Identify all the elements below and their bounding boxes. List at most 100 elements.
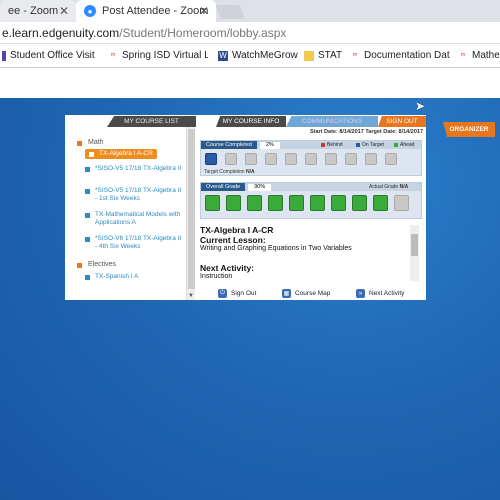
bullet-icon bbox=[77, 262, 82, 268]
tab-label: Post Attendee - Zoom bbox=[102, 5, 209, 17]
course-label: *SISO-V5 17/18 TX-Algebra II - 1st Six W… bbox=[95, 187, 182, 202]
course-item-algebra-ii-4th[interactable]: *SISO-V6 17/18 TX-Algebra II - 4th Six W… bbox=[85, 235, 185, 251]
folder-icon bbox=[304, 50, 314, 61]
course-item-algebra-i[interactable]: TX-Algebra I A-CR bbox=[85, 149, 157, 159]
scrollbar-thumb[interactable] bbox=[188, 129, 195, 289]
next-activity-button[interactable]: » Next Activity bbox=[356, 289, 404, 298]
scroll-down-icon[interactable]: ▼ bbox=[188, 293, 194, 299]
legend-label: Behind bbox=[327, 142, 343, 148]
completion-box bbox=[245, 153, 257, 165]
course-item-algebra-ii-1st[interactable]: *SISO-V5 17/18 TX-Algebra II - 1st Six W… bbox=[85, 187, 185, 203]
logo-icon: ᵐ bbox=[460, 51, 466, 60]
bookmark-student-office[interactable]: Student Office Visit R bbox=[2, 50, 98, 61]
course-info-tabs: MY COURSE INFO COMMUNICATIONS SIGN OUT bbox=[196, 115, 426, 127]
logo-icon: ᵐ bbox=[110, 51, 116, 60]
bookmark-watchmegrow[interactable]: W WatchMeGrow bbox=[218, 50, 298, 61]
grade-box bbox=[352, 195, 367, 211]
completion-boxes bbox=[205, 153, 405, 165]
course-map-label: Course Map bbox=[295, 290, 331, 297]
close-icon[interactable]: ✕ bbox=[199, 4, 209, 18]
course-item-math-models[interactable]: TX-Mathematical Models with Applications… bbox=[85, 211, 185, 227]
tab-my-course-list[interactable]: MY COURSE LIST bbox=[107, 116, 196, 127]
grade-boxes bbox=[205, 195, 415, 211]
info-scrollbar[interactable] bbox=[410, 225, 419, 281]
bullet-icon bbox=[89, 151, 94, 157]
bullet-icon bbox=[85, 237, 90, 242]
actual-grade-label: Actual Grade bbox=[369, 184, 399, 190]
course-item-spanish[interactable]: TX-Spanish I A bbox=[85, 273, 185, 281]
course-label: *SISO-V5 17/18 TX-Algebra II bbox=[95, 165, 182, 172]
tab-my-course-info[interactable]: MY COURSE INFO bbox=[216, 116, 286, 127]
course-item-algebra-ii[interactable]: *SISO-V5 17/18 TX-Algebra II bbox=[85, 165, 185, 173]
url-host: e.learn.edgenuity.com bbox=[2, 25, 120, 40]
group-math: Math bbox=[77, 139, 104, 147]
bookmark-documentation[interactable]: ᵐ Documentation Data bbox=[350, 50, 450, 61]
tab-communications[interactable]: COMMUNICATIONS bbox=[286, 116, 378, 127]
legend-swatch bbox=[394, 143, 398, 147]
course-completed-card: Course Completed 2% Behind On Target Ahe… bbox=[200, 140, 422, 176]
course-completed-label: Course Completed bbox=[201, 141, 257, 149]
completion-box bbox=[205, 153, 217, 165]
course-label: *SISO-V6 17/18 TX-Algebra II - 4th Six W… bbox=[95, 235, 182, 250]
target-completion-value: N/A bbox=[245, 169, 255, 175]
bullet-icon bbox=[85, 189, 90, 194]
w-icon: W bbox=[218, 50, 228, 61]
bullet-icon bbox=[77, 140, 82, 146]
course-label: TX-Spanish I A bbox=[95, 273, 139, 280]
grade-box bbox=[331, 195, 346, 211]
url-path: /Student/Homeroom/lobby.aspx bbox=[119, 25, 287, 40]
organizer-button[interactable]: ORGANIZER bbox=[443, 122, 495, 137]
course-label: TX-Algebra I A-CR bbox=[99, 150, 153, 157]
bookmark-label: Documentation Data bbox=[364, 50, 450, 61]
legend-on-target: On Target bbox=[356, 142, 384, 148]
completion-box bbox=[365, 153, 377, 165]
legend-swatch bbox=[321, 143, 325, 147]
grade-box bbox=[373, 195, 388, 211]
purple-bar-icon bbox=[2, 50, 6, 61]
next-activity-icon: » bbox=[356, 289, 365, 298]
course-label: TX-Mathematical Models with Applications… bbox=[95, 211, 181, 226]
completion-box bbox=[305, 153, 317, 165]
bookmark-spring-isd[interactable]: ᵐ Spring ISD Virtual Lea bbox=[108, 50, 208, 61]
sign-out-button[interactable]: ⏻ Sign Out bbox=[218, 289, 256, 298]
browser-tab-post-attendee[interactable]: ● Post Attendee - Zoom ✕ bbox=[76, 0, 216, 22]
scrollbar-thumb[interactable] bbox=[411, 234, 418, 256]
bookmark-label: STAT bbox=[318, 50, 343, 61]
page-header-strip bbox=[0, 68, 500, 98]
bookmarks-bar: Student Office Visit R ᵐ Spring ISD Virt… bbox=[0, 44, 500, 68]
course-completed-header: Course Completed 2% bbox=[201, 141, 421, 149]
legend-label: On Target bbox=[362, 142, 384, 148]
course-list-scrollbar[interactable]: ▼ bbox=[186, 127, 195, 300]
course-list-panel: MY COURSE LIST Math TX-Algebra I A-CR *S… bbox=[65, 115, 196, 300]
grade-box bbox=[205, 195, 220, 211]
bookmark-mathe[interactable]: ᵐ Mathe bbox=[458, 50, 500, 61]
course-info-panel: MY COURSE INFO COMMUNICATIONS SIGN OUT S… bbox=[196, 115, 426, 300]
legend-behind: Behind bbox=[321, 142, 343, 148]
group-label: Math bbox=[88, 139, 104, 146]
completion-box bbox=[325, 153, 337, 165]
next-activity-label: Next Activity bbox=[369, 290, 405, 297]
completion-box bbox=[265, 153, 277, 165]
actual-grade-value: N/A bbox=[399, 184, 409, 190]
course-map-icon: ▦ bbox=[282, 289, 291, 298]
next-activity: Instruction bbox=[200, 273, 233, 280]
close-icon[interactable]: ✕ bbox=[59, 4, 69, 18]
target-completion: Target Completion N/A bbox=[204, 169, 255, 175]
bookmark-stat[interactable]: STAT bbox=[304, 50, 344, 61]
course-map-button[interactable]: ▦ Course Map bbox=[282, 289, 330, 298]
bullet-icon bbox=[85, 167, 90, 172]
logo-icon: ᵐ bbox=[352, 51, 358, 60]
current-lesson-label: Current Lesson: bbox=[200, 235, 266, 245]
course-title: TX-Algebra I A-CR bbox=[200, 225, 274, 235]
grade-box bbox=[247, 195, 262, 211]
grade-box bbox=[289, 195, 304, 211]
sign-out-tab[interactable]: SIGN OUT bbox=[378, 116, 426, 127]
bookmark-label: WatchMeGrow bbox=[232, 50, 298, 61]
completion-box bbox=[385, 153, 397, 165]
completion-box bbox=[345, 153, 357, 165]
new-tab-button[interactable] bbox=[215, 5, 245, 19]
bookmark-label: Spring ISD Virtual Lea bbox=[122, 50, 208, 61]
completion-box bbox=[225, 153, 237, 165]
browser-tab-zoom[interactable]: ee - Zoom ✕ bbox=[0, 0, 76, 22]
address-bar[interactable]: e.learn.edgenuity.com/Student/Homeroom/l… bbox=[0, 22, 500, 44]
